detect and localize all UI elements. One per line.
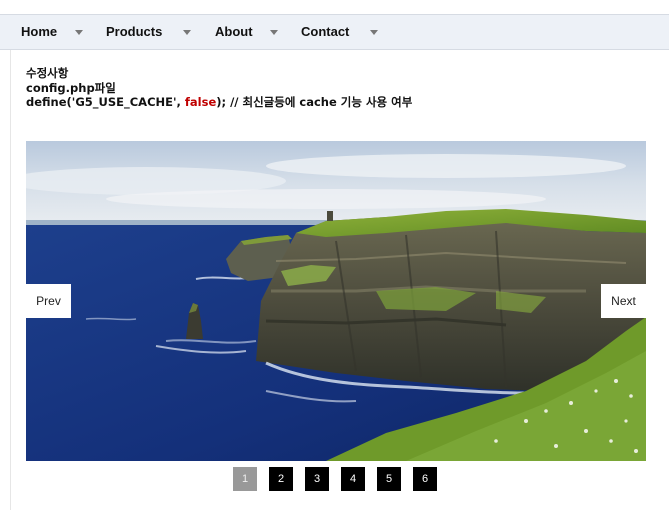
- page-1[interactable]: 1: [233, 467, 257, 491]
- next-button[interactable]: Next: [601, 284, 646, 318]
- content-divider: [10, 50, 11, 510]
- chevron-down-icon[interactable]: [75, 30, 83, 35]
- code-suffix: ); // 최신글등에 cache 기능 사용 여부: [216, 95, 413, 109]
- slide-image: [26, 141, 646, 461]
- code-keyword: false: [184, 95, 217, 109]
- page-4[interactable]: 4: [341, 467, 365, 491]
- notes-title: 수정사항: [26, 66, 69, 80]
- prev-button[interactable]: Prev: [26, 284, 71, 318]
- chevron-down-icon[interactable]: [370, 30, 378, 35]
- nav-home[interactable]: Home: [21, 15, 57, 49]
- page-2[interactable]: 2: [269, 467, 293, 491]
- notes-file: config.php파일: [26, 80, 116, 95]
- nav-contact[interactable]: Contact: [301, 15, 349, 49]
- notes-code: define('G5_USE_CACHE', false); // 최신글등에 …: [26, 95, 412, 110]
- chevron-down-icon[interactable]: [270, 30, 278, 35]
- notes-block: 수정사항 config.php파일 define('G5_USE_CACHE',…: [26, 66, 412, 110]
- page-3[interactable]: 3: [305, 467, 329, 491]
- nav-about[interactable]: About: [215, 15, 253, 49]
- chevron-down-icon[interactable]: [183, 30, 191, 35]
- top-spacer: [0, 0, 669, 14]
- nav-products[interactable]: Products: [106, 15, 162, 49]
- main-navbar: Home Products About Contact: [0, 14, 669, 50]
- code-prefix: define('G5_USE_CACHE',: [26, 95, 185, 109]
- image-slider: Prev Next: [26, 141, 646, 461]
- page-6[interactable]: 6: [413, 467, 437, 491]
- page-5[interactable]: 5: [377, 467, 401, 491]
